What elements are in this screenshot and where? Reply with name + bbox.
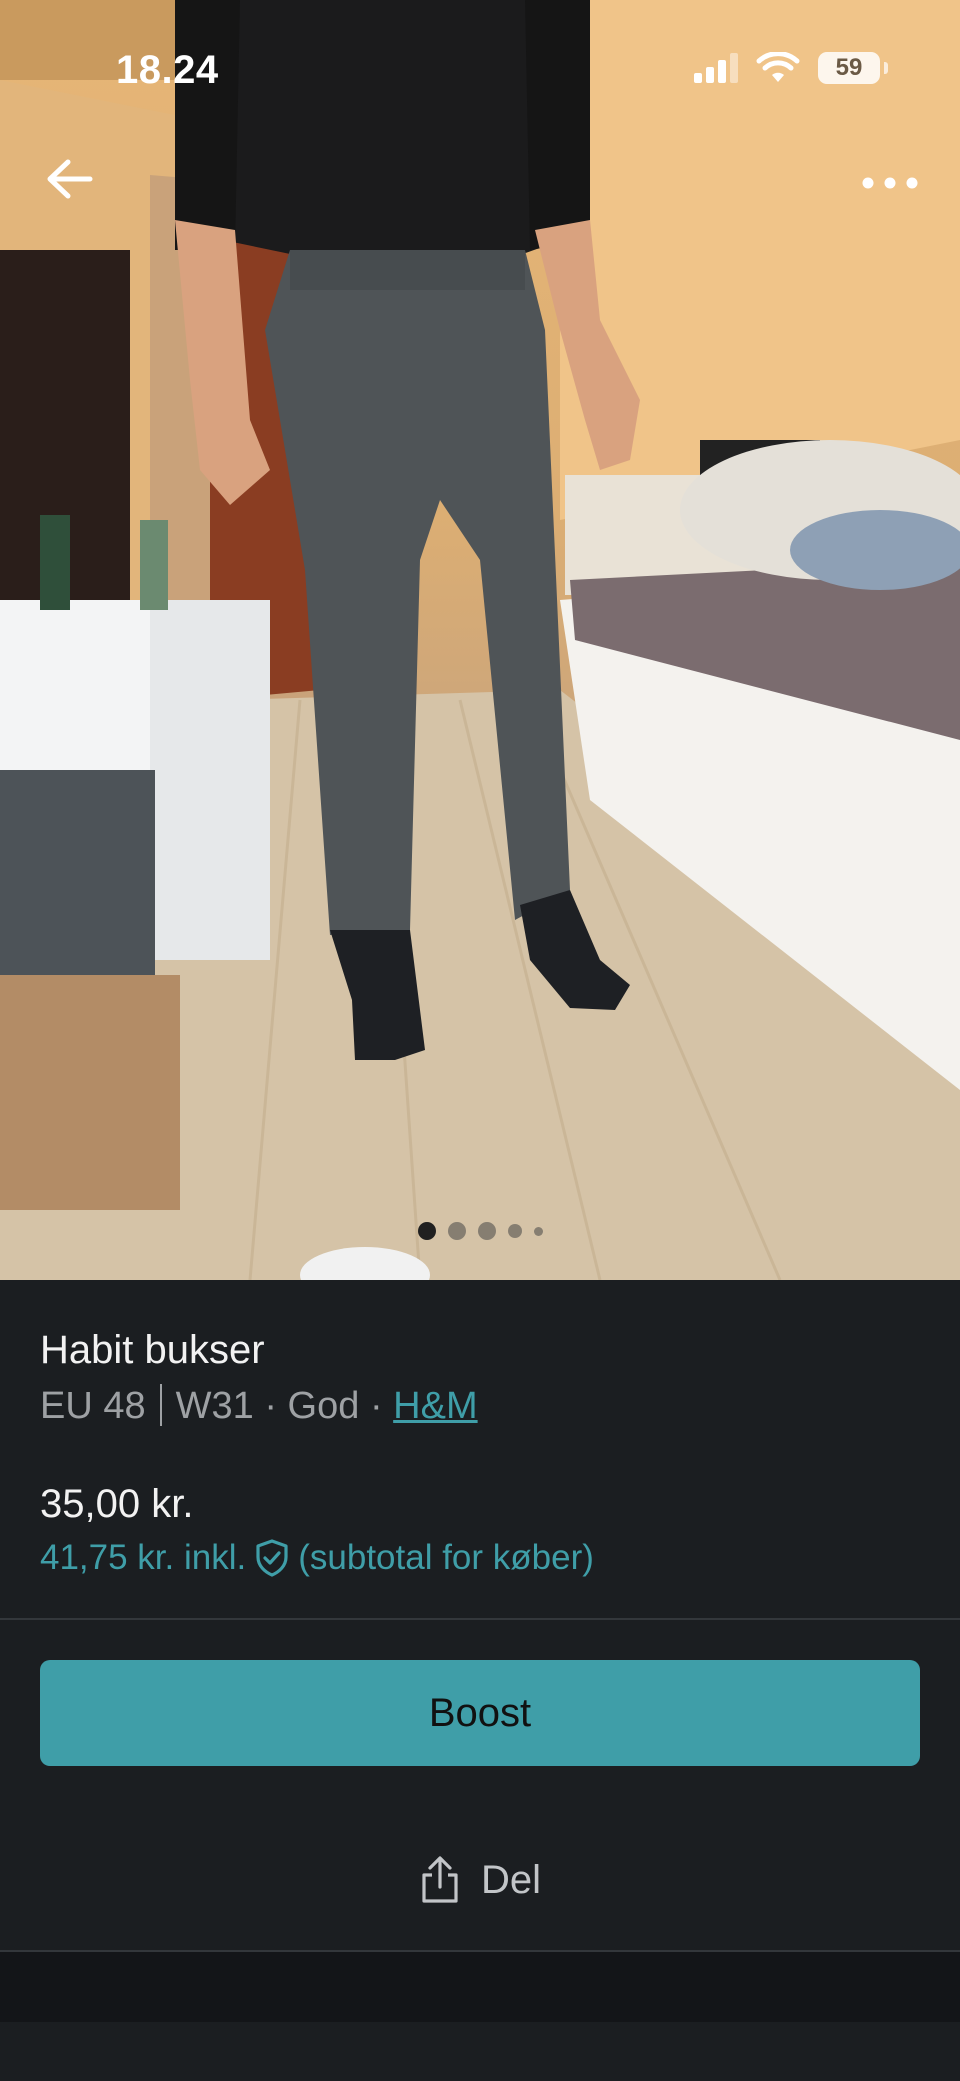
pager-dot-4[interactable] bbox=[507, 1224, 522, 1238]
size-eu: EU 48 bbox=[40, 1385, 146, 1427]
share-label: Del bbox=[480, 1857, 542, 1902]
footer-bottom bbox=[0, 2022, 960, 2081]
listing-meta: EU 48 W31 · God · H&M bbox=[40, 1384, 478, 1428]
wifi-icon bbox=[756, 52, 800, 82]
footer-band bbox=[0, 1952, 960, 2022]
divider bbox=[0, 1618, 960, 1620]
share-icon bbox=[422, 1856, 458, 1903]
battery-level: 59 bbox=[835, 54, 863, 81]
meta-dot: · bbox=[264, 1385, 277, 1427]
boost-button[interactable]: Boost bbox=[40, 1660, 920, 1766]
room-photo-illustration bbox=[0, 0, 960, 1280]
pager-dot-2[interactable] bbox=[447, 1222, 466, 1240]
pager-dot-5[interactable] bbox=[533, 1226, 543, 1236]
listing-title: Habit bukser bbox=[40, 1328, 265, 1372]
price: 35,00 kr. bbox=[40, 1482, 194, 1526]
status-bar: 18.24 59 bbox=[0, 0, 960, 140]
share-button[interactable]: Del bbox=[0, 1855, 960, 1905]
size-w: W31 bbox=[175, 1385, 254, 1427]
meta-dot: · bbox=[369, 1385, 383, 1427]
condition: God bbox=[287, 1385, 360, 1427]
buyer-price-note: (subtotal for køber) bbox=[298, 1538, 594, 1577]
more-options-icon[interactable] bbox=[860, 168, 920, 198]
listing-info-panel: Habit bukser EU 48 W31 · God · H&M 35,00 … bbox=[0, 1280, 960, 2081]
listing-photo[interactable]: 18.24 59 bbox=[0, 0, 960, 1280]
pager-dot-3[interactable] bbox=[477, 1222, 496, 1240]
signal-icon bbox=[694, 53, 738, 83]
back-arrow-icon[interactable] bbox=[44, 158, 94, 200]
photo-pager[interactable] bbox=[0, 1222, 960, 1240]
status-icons: 59 bbox=[694, 52, 888, 84]
meta-separator bbox=[159, 1384, 162, 1426]
buyer-protection-shield-icon[interactable] bbox=[254, 1538, 290, 1578]
buyer-price-value: 41,75 kr. inkl. bbox=[40, 1538, 247, 1577]
pager-dot-1[interactable] bbox=[417, 1222, 436, 1240]
buyer-price[interactable]: 41,75 kr. inkl. (subtotal for køber) bbox=[40, 1538, 594, 1578]
battery-icon: 59 bbox=[818, 52, 888, 84]
status-time: 18.24 bbox=[116, 48, 219, 92]
brand-link[interactable]: H&M bbox=[393, 1385, 477, 1427]
